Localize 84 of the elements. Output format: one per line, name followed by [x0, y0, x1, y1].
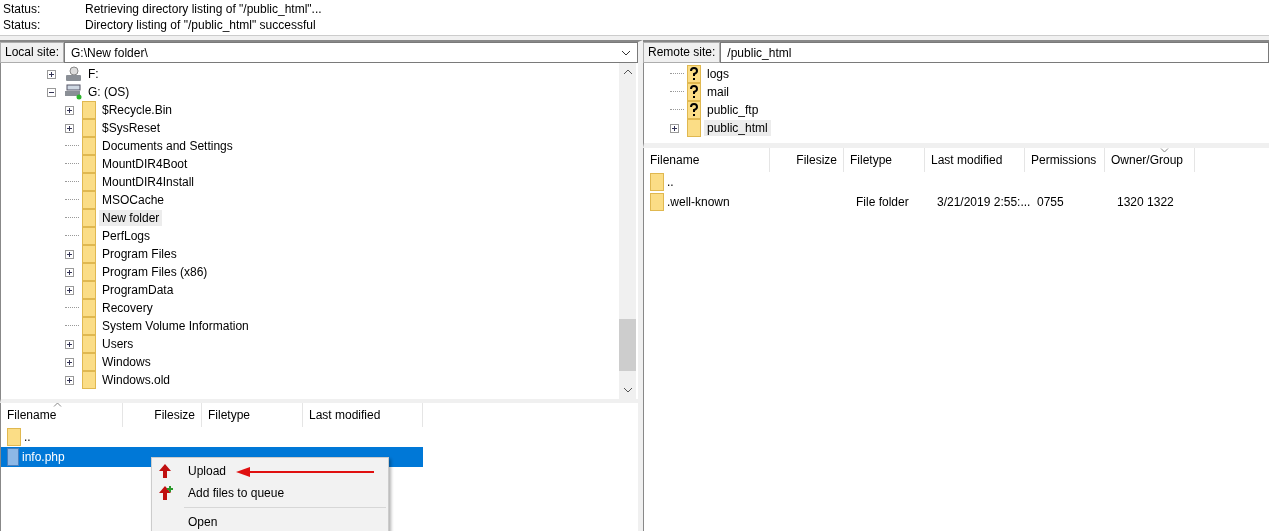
dropdown-icon[interactable] [621, 49, 631, 56]
log-label: Status: [3, 1, 42, 17]
file-name[interactable]: .well-known [664, 195, 730, 209]
column-header[interactable]: Filetype [844, 148, 925, 172]
tree-item[interactable]: MSOCache [99, 192, 168, 208]
folder-icon [82, 335, 96, 353]
table-cell: File folder [856, 195, 909, 209]
file-name[interactable]: .. [664, 175, 674, 189]
file-name[interactable]: .. [21, 430, 31, 444]
tree-item[interactable]: MountDIR4Install [99, 174, 198, 190]
column-header[interactable]: Filename [1, 403, 123, 427]
tree-item[interactable]: public_html [704, 120, 771, 136]
tree-item[interactable]: PerfLogs [99, 228, 154, 244]
file-icon [7, 448, 19, 466]
site-label: Remote site: [643, 42, 721, 63]
tree-item[interactable]: MountDIR4Boot [99, 156, 191, 172]
folder-icon [82, 245, 96, 263]
folder-icon [82, 353, 96, 371]
folder-icon [82, 299, 96, 317]
tree-item[interactable]: New folder [99, 210, 163, 226]
column-header[interactable]: Permissions [1025, 148, 1105, 172]
folder-icon [82, 155, 96, 173]
unknown-folder-icon [687, 65, 701, 83]
up-arrow-icon [158, 463, 174, 479]
up-arrow-icon [158, 485, 174, 501]
folder-icon [82, 101, 96, 119]
folder-icon [82, 209, 96, 227]
tree-item[interactable]: Windows.old [99, 372, 174, 388]
folder-icon [82, 137, 96, 155]
unknown-folder-icon [687, 101, 701, 119]
tree-item[interactable]: Users [99, 336, 137, 352]
column-header[interactable]: Owner/Group [1105, 148, 1195, 172]
path-field[interactable]: G:\New folder\ [64, 42, 638, 63]
tree-item[interactable]: Windows [99, 354, 154, 370]
log-message: Retrieving directory listing of "/public_html"... [85, 1, 322, 17]
tree-item[interactable]: G: (OS) [85, 84, 133, 100]
menu-item[interactable]: Upload [152, 460, 388, 482]
menu-item[interactable]: Open [152, 511, 388, 531]
folder-icon [650, 173, 664, 191]
folder-icon [82, 371, 96, 389]
folder-icon [650, 193, 664, 211]
tree-item[interactable]: logs [704, 66, 732, 82]
folder-icon [82, 173, 96, 191]
table-cell: 3/21/2019 2:55:... [937, 195, 1031, 209]
tree-item[interactable]: $Recycle.Bin [99, 102, 176, 118]
tree-item[interactable]: Documents and Settings [99, 138, 236, 154]
scroll-up-icon[interactable] [622, 69, 633, 75]
table-cell: 1320 1322 [1117, 195, 1174, 209]
tree-item[interactable]: $SysReset [99, 120, 164, 136]
log-message: Directory listing of "/public_html" successful [85, 17, 316, 33]
folder-icon [82, 227, 96, 245]
folder-icon [687, 119, 701, 137]
site-label: Local site: [0, 42, 65, 63]
log-label: Status: [3, 17, 42, 33]
tree-item[interactable]: Program Files [99, 246, 180, 262]
scroll-down-icon[interactable] [622, 387, 633, 393]
column-header[interactable]: Filetype [202, 403, 303, 427]
folder-icon [82, 281, 96, 299]
table-cell: 0755 [1037, 195, 1064, 209]
tree-item[interactable]: mail [704, 84, 732, 100]
folder-icon [82, 263, 96, 281]
column-header[interactable]: Filename [644, 148, 770, 172]
tree-item[interactable]: System Volume Information [99, 318, 252, 334]
column-header[interactable]: Last modified [925, 148, 1025, 172]
folder-icon [82, 119, 96, 137]
tree-item[interactable]: F: [85, 66, 102, 82]
tree-item[interactable]: public_ftp [704, 102, 762, 118]
column-header[interactable]: Filesize [123, 403, 202, 427]
scrollbar[interactable] [619, 63, 636, 399]
unknown-folder-icon [687, 83, 701, 101]
column-header[interactable]: Last modified [303, 403, 423, 427]
drive-icon [64, 66, 82, 82]
column-header[interactable]: Filesize [770, 148, 844, 172]
menu-item[interactable]: Add files to queue [152, 482, 388, 504]
path-field[interactable]: /public_html [720, 42, 1269, 63]
tree-item[interactable]: Recovery [99, 300, 156, 316]
scroll-thumb[interactable] [619, 319, 636, 371]
file-name[interactable]: info.php [19, 450, 65, 464]
tree-item[interactable]: Program Files (x86) [99, 264, 211, 280]
drive-icon [64, 84, 82, 100]
folder-icon [82, 317, 96, 335]
folder-icon [82, 191, 96, 209]
folder-icon [7, 428, 21, 446]
tree-item[interactable]: ProgramData [99, 282, 177, 298]
